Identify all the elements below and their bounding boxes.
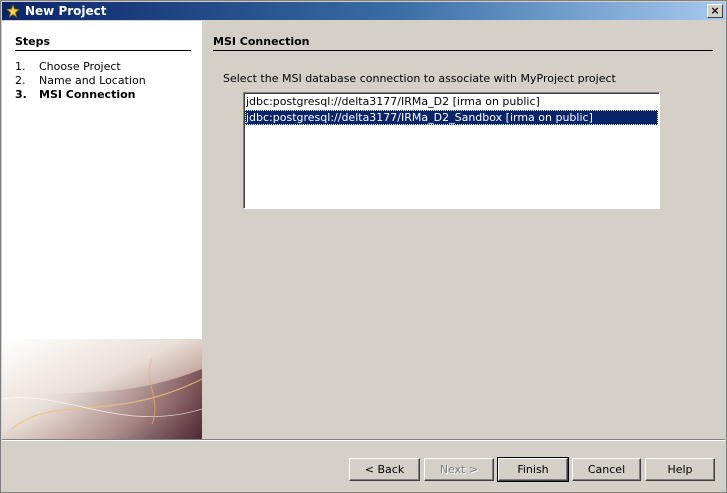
step-number: 1. (15, 60, 26, 73)
step-label: Name and Location (39, 74, 146, 87)
close-icon: × (710, 4, 720, 17)
step-item-msi-connection: 3. MSI Connection (15, 88, 146, 102)
content-panel: MSI Connection Select the MSI database c… (202, 21, 725, 439)
title-bar[interactable]: New Project × (2, 2, 725, 20)
next-button[interactable]: Next > (424, 458, 494, 481)
cancel-button[interactable]: Cancel (572, 458, 641, 481)
page-title: MSI Connection (213, 35, 713, 51)
steps-list: 1. Choose Project 2. Name and Location 3. M… (15, 60, 146, 102)
connection-list[interactable]: jdbc:postgresql://delta3177/IRMa_D2 [irm… (243, 92, 660, 209)
steps-panel: Steps 1. Choose Project 2. Name and Locati… (2, 21, 202, 439)
connection-item[interactable]: jdbc:postgresql://delta3177/IRMa_D2 [irm… (245, 94, 658, 109)
button-separator (2, 439, 725, 441)
step-label: Choose Project (39, 60, 121, 73)
step-number: 3. (15, 88, 27, 101)
connection-item-selected[interactable]: jdbc:postgresql://delta3177/IRMa_D2_Sand… (245, 110, 658, 125)
help-button[interactable]: Help (645, 458, 715, 481)
window-title: New Project (25, 4, 107, 18)
step-item-choose-project: 1. Choose Project (15, 60, 146, 74)
step-number: 2. (15, 74, 26, 87)
close-button[interactable]: × (707, 4, 723, 18)
new-project-icon (6, 3, 20, 18)
step-item-name-and-location: 2. Name and Location (15, 74, 146, 88)
wizard-decoration-image (2, 339, 202, 439)
new-project-dialog: New Project × Steps 1. Choose Project 2. N… (0, 0, 727, 493)
back-button[interactable]: < Back (349, 458, 420, 481)
step-label: MSI Connection (39, 88, 136, 101)
instruction-label: Select the MSI database connection to as… (223, 72, 616, 85)
steps-heading: Steps (15, 35, 191, 51)
finish-button[interactable]: Finish (497, 457, 569, 482)
